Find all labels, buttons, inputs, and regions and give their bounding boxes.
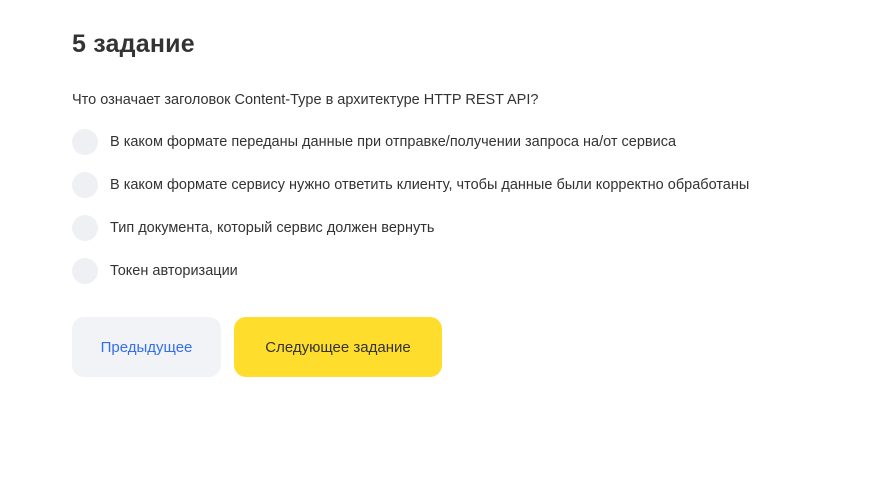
task-page: 5 задание Что означает заголовок Content… xyxy=(0,0,880,492)
answer-option-2[interactable]: В каком формате сервису нужно ответить к… xyxy=(72,171,862,199)
answer-option-1[interactable]: В каком формате переданы данные при отпр… xyxy=(72,128,862,156)
answer-options: В каком формате переданы данные при отпр… xyxy=(72,128,862,300)
answer-option-label: В каком формате сервису нужно ответить к… xyxy=(110,177,750,193)
task-title: 5 задание xyxy=(72,30,195,58)
previous-button[interactable]: Предыдущее xyxy=(72,317,221,377)
answer-option-label: Токен авторизации xyxy=(110,263,238,279)
radio-button[interactable] xyxy=(72,129,98,155)
radio-button[interactable] xyxy=(72,258,98,284)
radio-button[interactable] xyxy=(72,172,98,198)
question-text: Что означает заголовок Content-Type в ар… xyxy=(72,92,539,108)
answer-option-3[interactable]: Тип документа, который сервис должен вер… xyxy=(72,214,862,242)
answer-option-label: В каком формате переданы данные при отпр… xyxy=(110,134,677,150)
answer-option-label: Тип документа, который сервис должен вер… xyxy=(110,220,435,236)
next-task-button[interactable]: Следующее задание xyxy=(234,317,442,377)
answer-option-4[interactable]: Токен авторизации xyxy=(72,257,862,285)
radio-button[interactable] xyxy=(72,215,98,241)
